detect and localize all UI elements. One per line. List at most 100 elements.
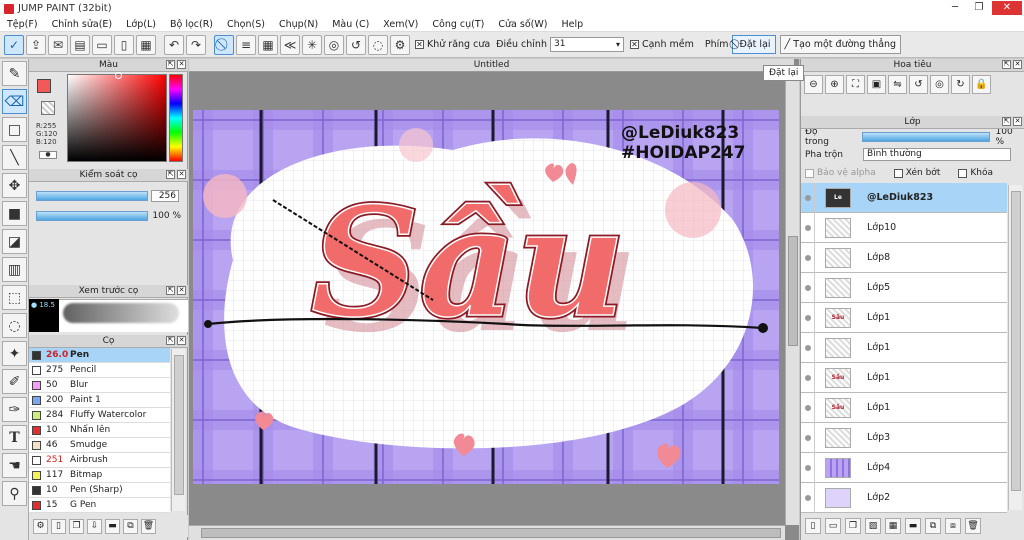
fill-shape-tool-icon[interactable]: ■ bbox=[2, 201, 27, 226]
layer-item[interactable]: Sầu Lớp1 bbox=[801, 392, 1007, 423]
no-snap-icon[interactable]: ⃠ bbox=[214, 34, 234, 55]
visibility-toggle[interactable] bbox=[801, 482, 815, 513]
brush-opacity-slider[interactable] bbox=[36, 211, 148, 221]
saturation-value-picker[interactable] bbox=[67, 74, 167, 162]
visibility-toggle[interactable] bbox=[801, 332, 815, 363]
zoom-in-icon[interactable]: ⊕ bbox=[825, 74, 844, 94]
soft-edge-checkbox[interactable]: ✕ bbox=[629, 40, 639, 49]
menu-file[interactable]: Tệp(F) bbox=[0, 19, 45, 30]
brush-item[interactable]: 284 Fluffy Watercolor bbox=[29, 408, 170, 423]
menu-help[interactable]: Help bbox=[554, 19, 590, 30]
pattern-layer-icon[interactable]: ▦ bbox=[885, 518, 901, 534]
scrollbar-thumb[interactable] bbox=[174, 355, 184, 495]
brush-item[interactable]: 15 G Pen bbox=[29, 498, 170, 513]
close-icon[interactable]: ✕ bbox=[177, 336, 186, 345]
radial-snap-icon[interactable]: ✳ bbox=[302, 34, 322, 55]
canvas-vertical-scrollbar[interactable] bbox=[785, 72, 799, 525]
visibility-toggle[interactable] bbox=[801, 452, 815, 483]
duplicate-brush-icon[interactable]: ❐ bbox=[69, 518, 84, 534]
scrollbar-thumb[interactable] bbox=[788, 236, 798, 346]
curve-snap-icon[interactable]: ↺ bbox=[346, 34, 366, 55]
move-tool-icon[interactable]: ✥ bbox=[2, 173, 27, 198]
layer-item[interactable]: Lớp4 bbox=[801, 452, 1007, 483]
hand-tool-icon[interactable]: ☚ bbox=[2, 453, 27, 478]
reset-button[interactable]: ⃠Đặt lại bbox=[731, 35, 776, 54]
ellipse-snap-icon[interactable]: ◌ bbox=[368, 34, 388, 55]
visibility-toggle[interactable] bbox=[801, 272, 815, 303]
parallel-snap-icon[interactable]: ≡ bbox=[236, 34, 256, 55]
layer-item[interactable]: Sầu Lớp1 bbox=[801, 362, 1007, 393]
duplicate-layer-icon[interactable]: ❐ bbox=[845, 518, 861, 534]
close-button[interactable]: ✕ bbox=[992, 1, 1022, 15]
layer-list-scrollbar[interactable] bbox=[1008, 185, 1022, 510]
color-switch-icon[interactable]: ● bbox=[39, 151, 57, 159]
lasso-tool-icon[interactable]: ◌ bbox=[2, 313, 27, 338]
new-layer-folder-icon[interactable]: ▭ bbox=[825, 518, 841, 534]
layer-item[interactable]: Lớp8 bbox=[801, 242, 1007, 273]
minimize-button[interactable]: ─ bbox=[944, 1, 966, 15]
brush-item[interactable]: 50 Blur bbox=[29, 378, 170, 393]
document-icon[interactable]: ▯ bbox=[114, 34, 134, 55]
grid-snap-icon[interactable]: ▦ bbox=[258, 34, 278, 55]
clipping-checkbox[interactable] bbox=[893, 168, 903, 178]
menu-filter[interactable]: Bộ lọc(R) bbox=[163, 19, 220, 30]
layer-item[interactable]: Lớp3 bbox=[801, 422, 1007, 453]
menu-view[interactable]: Xem(V) bbox=[376, 19, 425, 30]
float-icon[interactable]: ⇱ bbox=[1002, 117, 1011, 126]
select-rect-tool-icon[interactable]: ⬚ bbox=[2, 285, 27, 310]
layer-item[interactable]: Sầu Lớp1 bbox=[801, 302, 1007, 333]
menu-window[interactable]: Cửa số(W) bbox=[491, 19, 554, 30]
antialias-checkbox[interactable]: ✕ bbox=[415, 40, 424, 49]
rotate-left-icon[interactable]: ↺ bbox=[909, 74, 928, 94]
brush-item[interactable]: 251 Airbrush bbox=[29, 453, 170, 468]
lock-checkbox[interactable] bbox=[958, 168, 968, 178]
close-icon[interactable]: ✕ bbox=[177, 286, 186, 295]
visibility-toggle[interactable] bbox=[801, 422, 815, 453]
float-icon[interactable]: ⇱ bbox=[1002, 60, 1011, 69]
layer-item[interactable]: Le @LeDiuk823 bbox=[801, 182, 1007, 213]
select-pen-tool-icon[interactable]: ✐ bbox=[2, 369, 27, 394]
document-tab[interactable]: Untitled bbox=[189, 59, 794, 72]
menu-color[interactable]: Màu (C) bbox=[325, 19, 376, 30]
visibility-toggle[interactable] bbox=[801, 212, 815, 243]
menu-layer[interactable]: Lớp(L) bbox=[119, 19, 163, 30]
line-tool-icon[interactable]: ╲ bbox=[2, 145, 27, 170]
material-icon[interactable]: ▤ bbox=[70, 34, 90, 55]
gradient-tool-icon[interactable]: ▥ bbox=[2, 257, 27, 282]
layer-item[interactable]: Lớp5 bbox=[801, 272, 1007, 303]
menu-capture[interactable]: Chụp(N) bbox=[272, 19, 325, 30]
background-color-swatch[interactable] bbox=[41, 101, 55, 115]
scrollbar-thumb[interactable] bbox=[201, 528, 781, 538]
export-icon[interactable]: ⇪ bbox=[26, 34, 46, 55]
layer-item[interactable]: Lớp1 bbox=[801, 332, 1007, 363]
brush-size-value[interactable]: 256 bbox=[151, 190, 179, 202]
drawing-canvas[interactable]: Sầu Sầu Sầu @LeDiuk823 #HOIDAP247 bbox=[193, 110, 779, 484]
straight-line-button[interactable]: ╱ Tạo một đường thẳng bbox=[779, 35, 902, 54]
settings-snap-icon[interactable]: ⚙ bbox=[390, 34, 410, 55]
auto-icon[interactable]: ✓ bbox=[4, 34, 24, 55]
brush-size-slider[interactable] bbox=[36, 191, 148, 201]
visibility-toggle[interactable] bbox=[801, 392, 815, 423]
brush-settings-icon[interactable]: ⚙ bbox=[33, 518, 48, 534]
circle-snap-icon[interactable]: ◎ bbox=[324, 34, 344, 55]
rotate-reset-icon[interactable]: ◎ bbox=[930, 74, 949, 94]
flip-icon[interactable]: ⇋ bbox=[888, 74, 907, 94]
scrollbar-thumb[interactable] bbox=[1011, 191, 1021, 491]
float-icon[interactable]: ⇱ bbox=[166, 336, 175, 345]
folder-icon[interactable]: ▬ bbox=[105, 518, 120, 534]
protect-alpha-toggle[interactable]: Bảo vệ alpha bbox=[805, 168, 876, 178]
clipping-toggle[interactable]: Xén bớt bbox=[893, 168, 940, 178]
lock-toggle[interactable]: Khóa bbox=[958, 168, 993, 178]
brush-tool-icon[interactable]: ✎ bbox=[2, 61, 27, 86]
visibility-toggle[interactable] bbox=[801, 242, 815, 273]
actual-size-icon[interactable]: ▣ bbox=[867, 74, 886, 94]
brush-item[interactable]: 275 Pencil bbox=[29, 363, 170, 378]
rectangle-tool-icon[interactable]: □ bbox=[2, 117, 27, 142]
hue-slider[interactable] bbox=[169, 74, 183, 162]
brush-item[interactable]: 117 Bitmap bbox=[29, 468, 170, 483]
copy-icon[interactable]: ⧉ bbox=[123, 518, 138, 534]
brush-item[interactable]: 26.0 Pen bbox=[29, 348, 170, 363]
maximize-button[interactable]: ❐ bbox=[968, 1, 990, 15]
brush-list-scrollbar[interactable] bbox=[171, 349, 185, 511]
float-icon[interactable]: ⇱ bbox=[166, 60, 175, 69]
